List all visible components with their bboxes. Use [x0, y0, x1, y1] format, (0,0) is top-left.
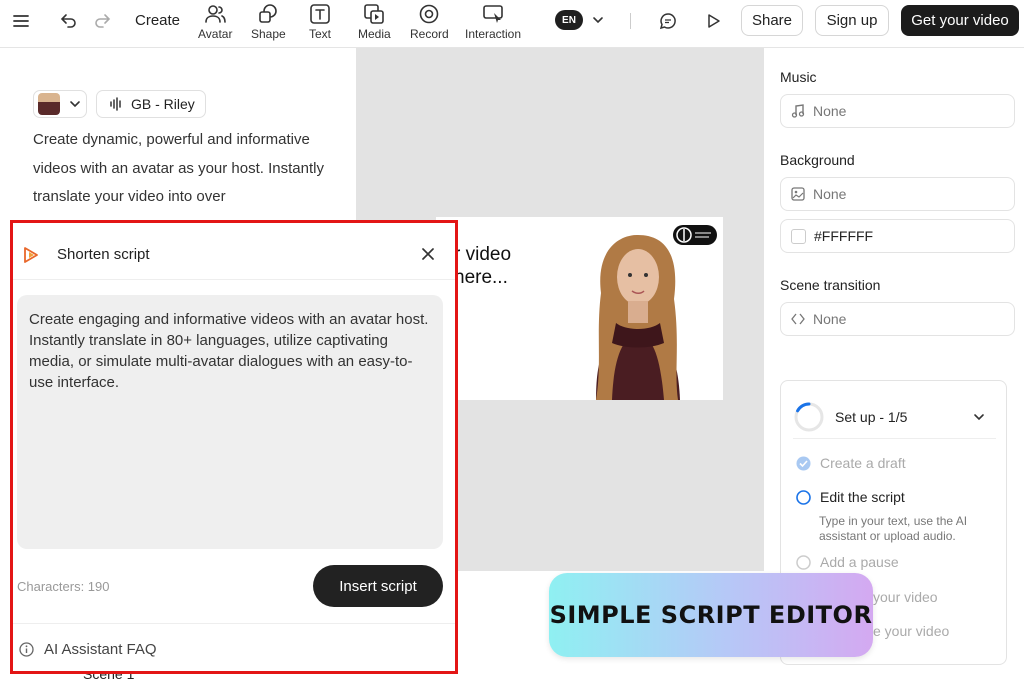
music-label: Music	[780, 69, 817, 85]
chevron-down-icon	[70, 101, 80, 108]
step-label: e your video	[873, 623, 950, 639]
music-value: None	[813, 103, 847, 119]
menu-icon[interactable]	[12, 12, 30, 30]
shape-icon	[259, 4, 278, 23]
scene-transition-value: None	[813, 311, 847, 327]
setup-header[interactable]: Set up - 1/5	[793, 395, 996, 439]
step-label: Add a pause	[820, 554, 899, 570]
tool-label: Record	[410, 27, 449, 41]
slide-text: r video here...	[454, 243, 511, 289]
faq-label: AI Assistant FAQ	[44, 641, 157, 658]
create-label: Create	[135, 12, 181, 29]
step-your-video[interactable]: your video	[873, 589, 938, 605]
tool-label: Interaction	[465, 27, 522, 41]
tool-label: Text	[309, 27, 332, 41]
step-label: your video	[873, 589, 938, 605]
record-icon	[420, 4, 439, 24]
image-icon	[791, 187, 805, 201]
transition-icon	[791, 313, 805, 325]
check-circle-icon	[796, 456, 811, 470]
brand-logo	[673, 225, 717, 245]
tool-media-button[interactable]: Media	[358, 3, 391, 41]
top-toolbar: Create Avatar Shape Text Media Record In…	[0, 0, 1024, 48]
dialog-title: Shorten script	[57, 246, 150, 263]
step-description: Type in your text, use the AI assistant …	[819, 514, 968, 543]
character-count: Characters: 190	[17, 579, 110, 594]
text-icon	[310, 4, 330, 24]
get-video-button[interactable]: Get your video	[901, 5, 1019, 36]
tool-interaction-button[interactable]: Interaction	[465, 3, 521, 41]
music-icon	[791, 104, 805, 118]
step-add-pause[interactable]: Add a pause	[796, 554, 899, 570]
slide-line: here...	[454, 267, 508, 288]
waveform-icon	[110, 97, 121, 111]
play-icon[interactable]	[703, 11, 723, 31]
background-color-field[interactable]: #FFFFFF	[780, 219, 1015, 253]
signup-button[interactable]: Sign up	[815, 5, 889, 36]
circle-icon	[796, 489, 811, 505]
color-swatch[interactable]	[791, 228, 806, 244]
tool-avatar-button[interactable]: Avatar	[198, 3, 232, 41]
background-color-value: #FFFFFF	[814, 228, 874, 244]
chevron-down-icon[interactable]	[590, 12, 606, 28]
media-icon	[364, 4, 385, 24]
close-icon[interactable]	[419, 245, 437, 263]
info-icon	[19, 642, 34, 657]
scene-transition-label: Scene transition	[780, 277, 881, 293]
slide-preview[interactable]: r video here...	[436, 217, 723, 400]
divider	[13, 623, 455, 624]
comment-icon[interactable]	[658, 11, 678, 31]
redo-icon[interactable]	[93, 11, 111, 29]
avatar	[38, 93, 60, 115]
ai-assistant-icon	[24, 247, 38, 263]
voice-label: GB - Riley	[131, 96, 195, 112]
divider	[630, 13, 631, 29]
feature-banner: SIMPLE SCRIPT EDITOR	[549, 573, 873, 657]
interaction-icon	[483, 5, 503, 23]
slide-line: r video	[454, 244, 512, 265]
tool-label: Media	[358, 27, 391, 41]
tool-label: Shape	[251, 27, 286, 41]
step-label: Create a draft	[820, 455, 906, 471]
background-image-field[interactable]: None	[780, 177, 1015, 211]
step-share-video[interactable]: e your video	[873, 623, 949, 639]
background-label: Background	[780, 152, 855, 168]
step-create-draft[interactable]: Create a draft	[796, 455, 906, 471]
script-text[interactable]: Create dynamic, powerful and informative…	[33, 126, 333, 212]
tool-shape-button[interactable]: Shape	[251, 3, 286, 41]
step-edit-script[interactable]: Edit the script	[796, 489, 905, 505]
share-button[interactable]: Share	[741, 5, 803, 36]
scene-transition-field[interactable]: None	[780, 302, 1015, 336]
ai-assistant-faq-link[interactable]: AI Assistant FAQ	[19, 641, 157, 658]
tool-label: Avatar	[198, 27, 233, 41]
shortened-script-text[interactable]: Create engaging and informative videos w…	[17, 295, 443, 549]
banner-text: SIMPLE SCRIPT EDITOR	[549, 601, 873, 629]
undo-icon[interactable]	[60, 11, 78, 29]
dialog-header: Shorten script	[13, 223, 455, 280]
chevron-down-icon	[974, 413, 984, 420]
insert-script-button[interactable]: Insert script	[313, 565, 443, 607]
music-field[interactable]: None	[780, 94, 1015, 128]
avatar-icon	[205, 5, 227, 23]
voice-select[interactable]: GB - Riley	[96, 90, 206, 118]
avatar-figure	[596, 235, 680, 400]
tool-record-button[interactable]: Record	[410, 3, 449, 41]
progress-ring-icon	[794, 402, 824, 431]
circle-icon	[796, 554, 811, 570]
shorten-script-dialog: Shorten script Create engaging and infor…	[10, 220, 458, 674]
language-badge[interactable]: EN	[555, 10, 583, 30]
step-label: Edit the script	[820, 489, 905, 505]
setup-title: Set up - 1/5	[835, 408, 908, 425]
avatar-select[interactable]	[33, 90, 87, 118]
background-value: None	[813, 186, 847, 202]
tool-text-button[interactable]: Text	[309, 3, 331, 41]
